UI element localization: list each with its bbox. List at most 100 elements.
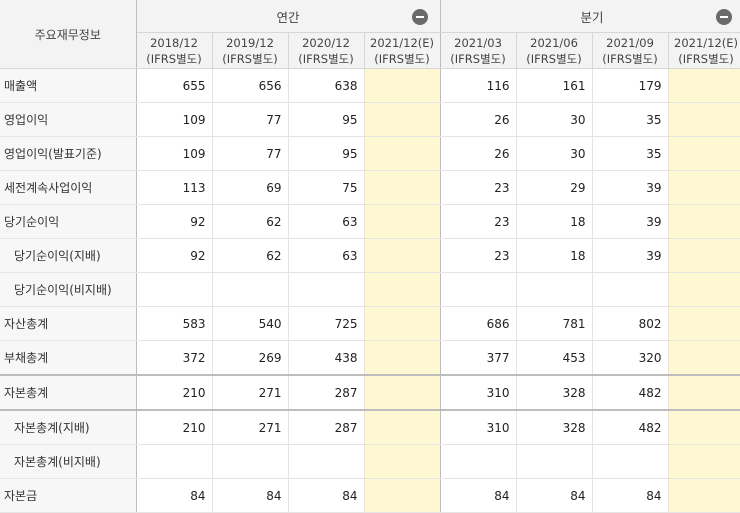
value-cell: 75 xyxy=(288,170,365,205)
period-basis: (IFRS별도) xyxy=(678,51,734,66)
period-basis: (IFRS별도) xyxy=(602,51,658,66)
estimate-cell xyxy=(668,444,740,479)
financial-table-body: 매출액 655 656 638 116 161 179 영업이익 109 77 95 26 30 35 영업… xyxy=(0,68,740,513)
period-header: 2021/12(E) (IFRS별도) xyxy=(668,32,740,69)
value-cell: 686 xyxy=(440,306,517,341)
value-cell: 23 xyxy=(440,204,517,239)
value-cell: 438 xyxy=(288,340,365,376)
row-label[interactable]: 자본총계 xyxy=(0,375,137,411)
value-cell: 287 xyxy=(288,375,365,411)
value-cell xyxy=(516,272,593,307)
period-date: 2018/12 xyxy=(150,35,198,50)
row-label[interactable]: 부채총계 xyxy=(0,340,137,376)
estimate-cell xyxy=(364,444,441,479)
value-cell: 161 xyxy=(516,68,593,103)
period-header: 2021/12(E) (IFRS별도) xyxy=(364,32,441,69)
row-label[interactable]: 영업이익 xyxy=(0,102,137,137)
period-basis: (IFRS별도) xyxy=(146,51,202,66)
value-cell: 453 xyxy=(516,340,593,376)
table-row: 세전계속사업이익 113 69 75 23 29 39 xyxy=(0,170,740,205)
value-cell: 328 xyxy=(516,410,593,445)
value-cell: 18 xyxy=(516,204,593,239)
value-cell: 583 xyxy=(136,306,213,341)
period-basis: (IFRS별도) xyxy=(298,51,354,66)
row-label[interactable]: 당기순이익(지배) xyxy=(0,238,137,273)
row-label[interactable]: 당기순이익 xyxy=(0,204,137,239)
value-cell xyxy=(288,444,365,479)
value-cell: 320 xyxy=(592,340,669,376)
collapse-minus-icon[interactable] xyxy=(411,9,428,25)
value-cell: 92 xyxy=(136,204,213,239)
annual-group-header: 연간 xyxy=(136,0,441,33)
row-label[interactable]: 자산총계 xyxy=(0,306,137,341)
value-cell: 63 xyxy=(288,238,365,273)
value-cell: 271 xyxy=(212,410,289,445)
period-basis: (IFRS별도) xyxy=(374,51,430,66)
value-cell: 179 xyxy=(592,68,669,103)
value-cell: 638 xyxy=(288,68,365,103)
value-cell: 23 xyxy=(440,238,517,273)
row-label[interactable]: 자본총계(지배) xyxy=(0,410,137,445)
period-date: 2021/09 xyxy=(606,35,654,50)
value-cell: 328 xyxy=(516,375,593,411)
value-cell: 35 xyxy=(592,136,669,171)
value-cell: 92 xyxy=(136,238,213,273)
period-date: 2021/03 xyxy=(454,35,502,50)
row-label[interactable]: 자본총계(비지배) xyxy=(0,444,137,479)
quarterly-group-header: 분기 xyxy=(440,0,740,33)
financial-summary-table: 주요재무정보 연간 분기 2018/12 (IFRS별도) 2019/12 (IFR… xyxy=(0,0,740,513)
collapse-minus-icon[interactable] xyxy=(715,9,732,25)
value-cell: 84 xyxy=(136,478,213,513)
value-cell: 84 xyxy=(440,478,517,513)
value-cell: 310 xyxy=(440,375,517,411)
value-cell xyxy=(212,272,289,307)
table-row: 자본총계(비지배) xyxy=(0,444,740,479)
value-cell: 725 xyxy=(288,306,365,341)
value-cell: 30 xyxy=(516,102,593,137)
value-cell: 116 xyxy=(440,68,517,103)
period-basis: (IFRS별도) xyxy=(450,51,506,66)
period-basis: (IFRS별도) xyxy=(222,51,278,66)
table-row: 당기순이익(비지배) xyxy=(0,272,740,307)
value-cell: 62 xyxy=(212,204,289,239)
row-label[interactable]: 매출액 xyxy=(0,68,137,103)
estimate-cell xyxy=(364,238,441,273)
period-header: 2021/06 (IFRS별도) xyxy=(516,32,593,69)
estimate-cell xyxy=(364,340,441,376)
value-cell: 802 xyxy=(592,306,669,341)
value-cell: 271 xyxy=(212,375,289,411)
row-label[interactable]: 자본금 xyxy=(0,478,137,513)
value-cell: 310 xyxy=(440,410,517,445)
estimate-cell xyxy=(668,170,740,205)
row-label[interactable]: 당기순이익(비지배) xyxy=(0,272,137,307)
estimate-cell xyxy=(668,102,740,137)
value-cell: 30 xyxy=(516,136,593,171)
value-cell: 23 xyxy=(440,170,517,205)
estimate-cell xyxy=(364,136,441,171)
period-date: 2019/12 xyxy=(226,35,274,50)
estimate-cell xyxy=(364,478,441,513)
estimate-cell xyxy=(668,306,740,341)
period-date: 2021/12(E) xyxy=(674,35,739,50)
value-cell xyxy=(516,444,593,479)
value-cell: 26 xyxy=(440,102,517,137)
table-row: 자본총계 210 271 287 310 328 482 xyxy=(0,375,740,411)
period-date: 2021/06 xyxy=(530,35,578,50)
value-cell: 35 xyxy=(592,102,669,137)
period-header: 2021/09 (IFRS별도) xyxy=(592,32,669,69)
value-cell: 95 xyxy=(288,136,365,171)
estimate-cell xyxy=(668,68,740,103)
value-cell: 62 xyxy=(212,238,289,273)
value-cell: 656 xyxy=(212,68,289,103)
estimate-cell xyxy=(668,238,740,273)
table-row: 당기순이익(지배) 92 62 63 23 18 39 xyxy=(0,238,740,273)
period-header: 2021/03 (IFRS별도) xyxy=(440,32,517,69)
period-header: 2020/12 (IFRS별도) xyxy=(288,32,365,69)
row-label[interactable]: 영업이익(발표기준) xyxy=(0,136,137,171)
estimate-cell xyxy=(668,478,740,513)
value-cell xyxy=(136,272,213,307)
estimate-cell xyxy=(364,170,441,205)
value-cell: 781 xyxy=(516,306,593,341)
row-label[interactable]: 세전계속사업이익 xyxy=(0,170,137,205)
value-cell: 95 xyxy=(288,102,365,137)
